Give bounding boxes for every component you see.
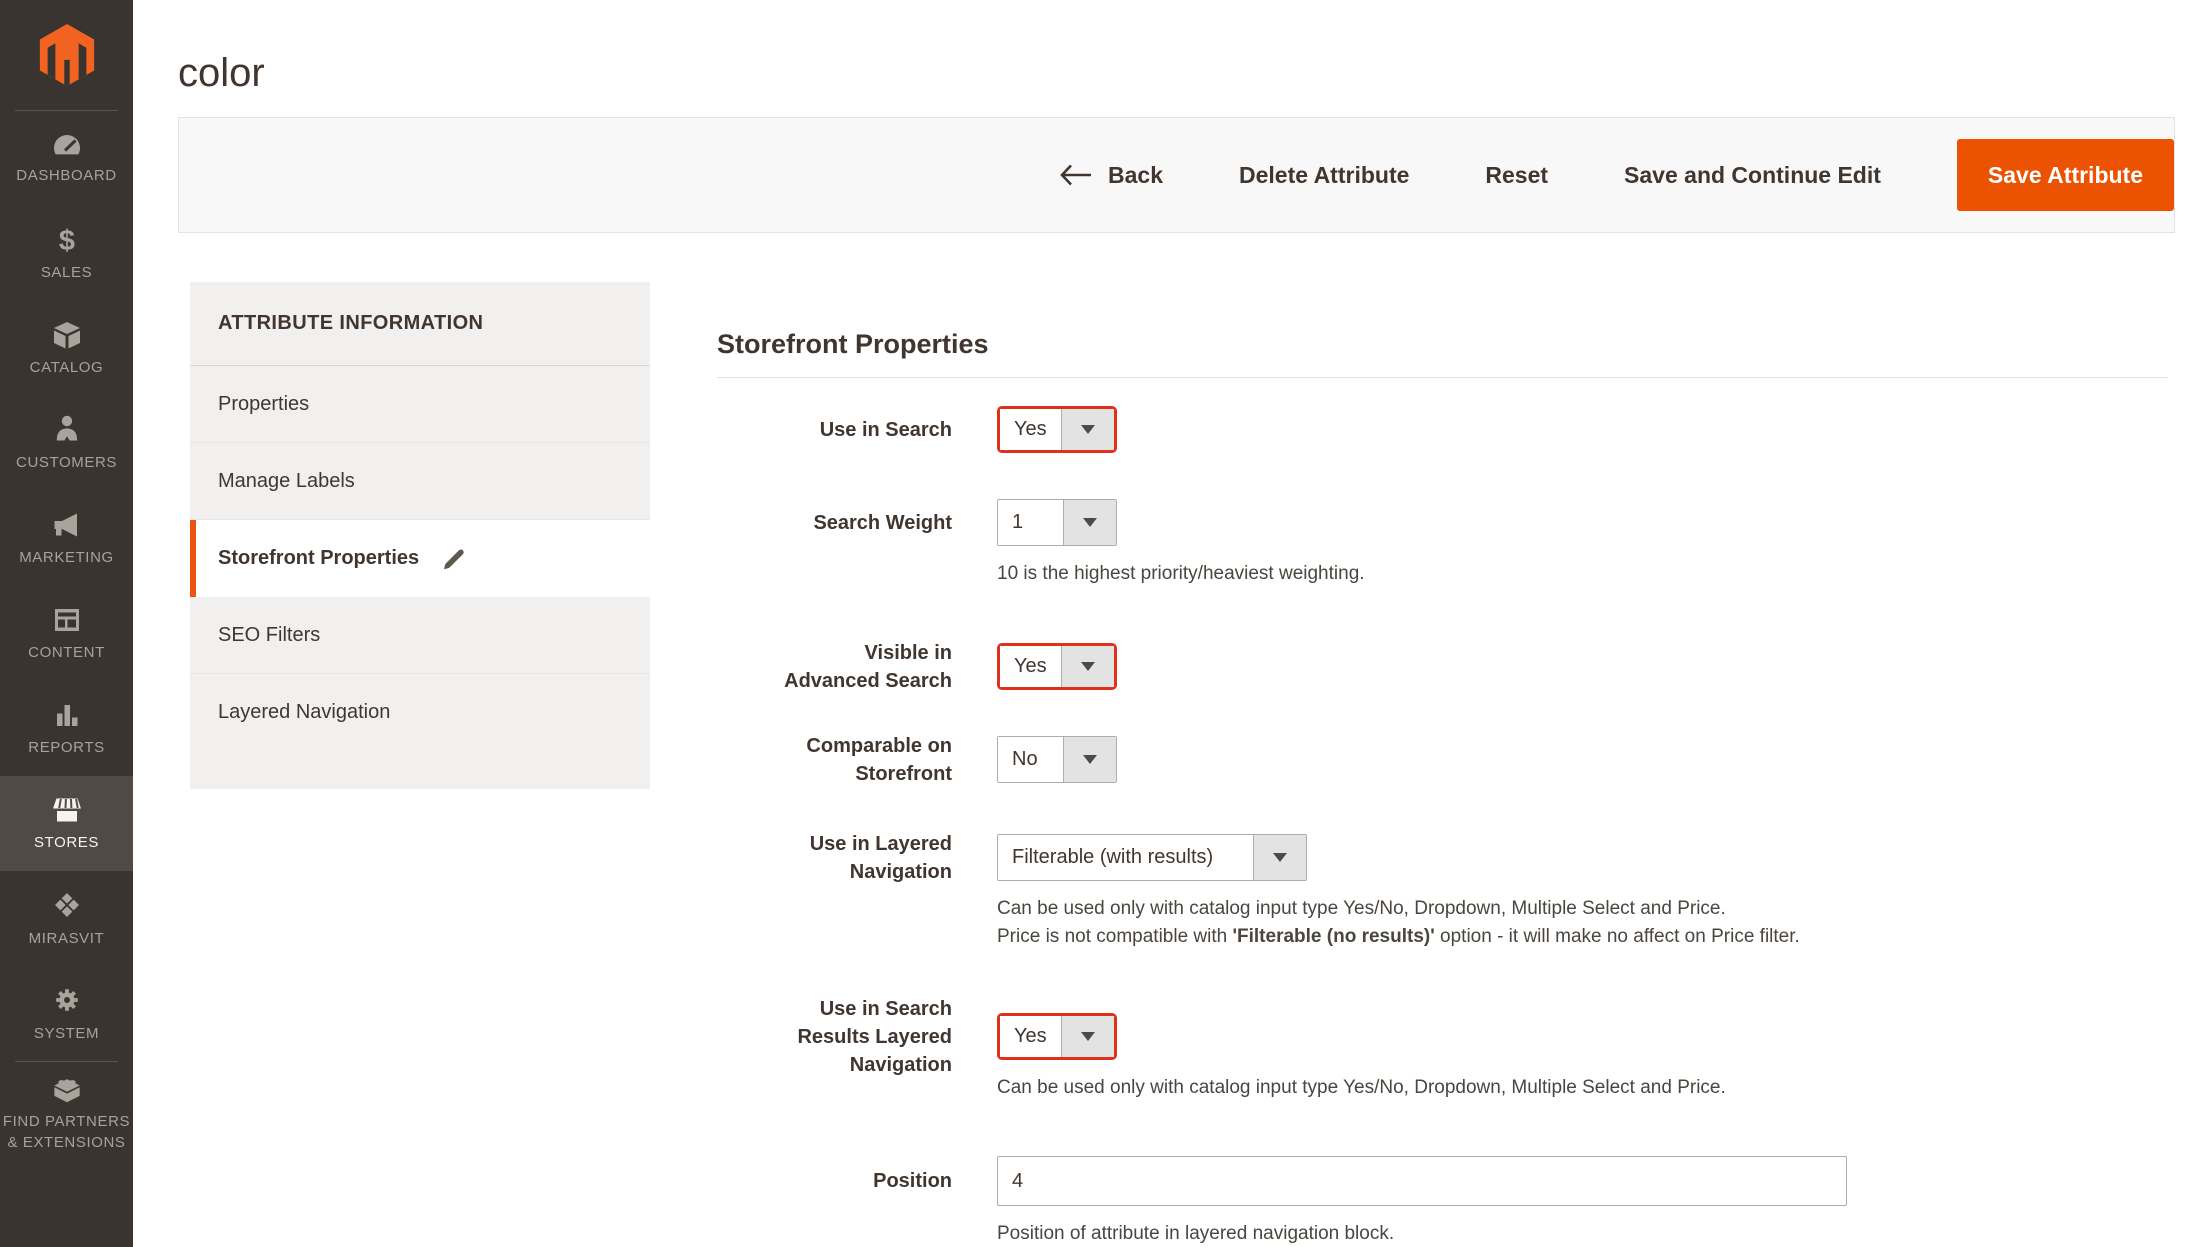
- sidebar-item-sales[interactable]: $ SALES: [0, 206, 133, 301]
- select-value: Yes: [1000, 1016, 1061, 1057]
- field-row-use-in-layered-navigation: Use in Layered Navigation Filterable (wi…: [717, 832, 2168, 951]
- dropdown-arrow-icon: [1061, 646, 1114, 687]
- save-and-continue-button[interactable]: Save and Continue Edit: [1624, 162, 1881, 189]
- field-label: Use in Search Results Layered Navigation: [797, 997, 952, 1076]
- field-label: Use in Layered Navigation: [809, 832, 952, 883]
- dropdown-arrow-icon: [1063, 737, 1116, 782]
- sidebar-item-dashboard[interactable]: DASHBOARD: [0, 111, 133, 206]
- select-value: Filterable (with results): [998, 835, 1253, 880]
- field-row-search-weight: Search Weight 1 10 is the highest priori…: [717, 499, 2168, 588]
- sidebar-item-label: MIRASVIT: [28, 929, 105, 947]
- find-partners-icon: [53, 1079, 80, 1103]
- comparable-on-storefront-select[interactable]: No: [997, 736, 1117, 783]
- system-icon: [55, 988, 78, 1011]
- select-value: No: [998, 737, 1063, 782]
- dropdown-arrow-icon: [1063, 500, 1116, 545]
- sidebar-item-label: SALES: [40, 263, 93, 281]
- field-note: Position of attribute in layered navigat…: [997, 1223, 1395, 1244]
- customers-icon: [56, 415, 77, 441]
- delete-attribute-button[interactable]: Delete Attribute: [1239, 162, 1409, 189]
- field-note: Can be used only with catalog input type…: [997, 1077, 1726, 1098]
- mirasvit-icon: [54, 892, 79, 917]
- attribute-information-header: ATTRIBUTE INFORMATION: [190, 282, 650, 366]
- sidebar-item-mirasvit[interactable]: MIRASVIT: [0, 871, 133, 966]
- sidebar-item-content[interactable]: CONTENT: [0, 586, 133, 681]
- catalog-icon: [53, 321, 80, 348]
- field-row-comparable-on-storefront: Comparable on Storefront No: [717, 734, 2168, 785]
- sidebar-item-label: CONTENT: [28, 643, 105, 661]
- tab-storefront-properties[interactable]: Storefront Properties: [190, 520, 650, 597]
- tab-manage-labels[interactable]: Manage Labels: [190, 443, 650, 520]
- select-value: Yes: [1000, 409, 1061, 450]
- sidebar-item-label: CUSTOMERS: [16, 454, 117, 471]
- field-label: Comparable on Storefront: [806, 734, 952, 785]
- back-button[interactable]: Back: [1059, 162, 1163, 189]
- sales-icon: $: [58, 225, 74, 255]
- dropdown-arrow-icon: [1061, 409, 1114, 450]
- sidebar-item-reports[interactable]: REPORTS: [0, 681, 133, 776]
- sidebar-item-catalog[interactable]: CATALOG: [0, 301, 133, 396]
- select-value: 1: [998, 500, 1063, 545]
- sidebar-item-label: STORES: [33, 833, 99, 851]
- reports-icon: [56, 704, 77, 726]
- note-line-2: Price is not compatible with 'Filterable…: [997, 926, 1800, 947]
- tab-properties[interactable]: Properties: [190, 366, 650, 443]
- tab-seo-filters[interactable]: SEO Filters: [190, 597, 650, 674]
- sidebar-item-label: DASHBOARD: [16, 167, 117, 184]
- admin-sidebar: DASHBOARD $ SALES CATALOG CUSTOMERS MARK…: [0, 0, 133, 1247]
- save-attribute-button[interactable]: Save Attribute: [1956, 139, 2174, 211]
- magento-logo-icon: [39, 24, 94, 86]
- svg-text:$: $: [58, 225, 74, 255]
- sidebar-item-label: FIND PARTNERS: [2, 1113, 131, 1130]
- use-in-search-select[interactable]: Yes: [997, 406, 1117, 453]
- marketing-icon: [54, 513, 77, 536]
- field-label: Use in Search: [819, 418, 952, 441]
- form-divider: [717, 377, 2168, 378]
- form-heading: Storefront Properties: [717, 329, 989, 359]
- back-button-label: Back: [1108, 161, 1163, 188]
- storefront-properties-form: Storefront Properties Use in Search Yes …: [717, 330, 2168, 1247]
- position-input[interactable]: [997, 1156, 1847, 1206]
- edit-pencil-icon: [441, 546, 467, 572]
- sidebar-item-label: CATALOG: [29, 358, 104, 376]
- tab-storefront-properties-label: Storefront Properties: [218, 547, 420, 569]
- field-row-use-in-search: Use in Search Yes: [717, 406, 2168, 453]
- field-label: Visible in Advanced Search: [784, 641, 952, 692]
- attribute-information-panel: ATTRIBUTE INFORMATION Properties Manage …: [190, 282, 650, 789]
- dashboard-icon: [53, 135, 80, 155]
- sidebar-item-system[interactable]: SYSTEM: [0, 966, 133, 1061]
- dropdown-arrow-icon: [1061, 1016, 1114, 1057]
- field-note: Can be used only with catalog input type…: [997, 895, 2168, 951]
- sidebar-item-label: & EXTENSIONS: [7, 1134, 126, 1151]
- page-title: color: [178, 50, 265, 95]
- sidebar-item-stores[interactable]: STORES: [0, 776, 133, 871]
- magento-admin-page: DASHBOARD $ SALES CATALOG CUSTOMERS MARK…: [0, 0, 2205, 1247]
- field-label: Position: [873, 1170, 952, 1192]
- field-row-visible-in-advanced-search: Visible in Advanced Search Yes: [717, 641, 2168, 692]
- back-arrow-icon: [1060, 164, 1092, 186]
- sidebar-item-customers[interactable]: CUSTOMERS: [0, 396, 133, 491]
- tab-layered-navigation[interactable]: Layered Navigation: [190, 674, 650, 751]
- sidebar-item-label: SYSTEM: [33, 1024, 100, 1042]
- use-in-layered-navigation-select[interactable]: Filterable (with results): [997, 834, 1307, 881]
- note-line-1: Can be used only with catalog input type…: [997, 898, 1726, 919]
- sidebar-item-label: REPORTS: [28, 738, 105, 756]
- content-icon: [54, 608, 79, 631]
- select-value: Yes: [1000, 646, 1061, 687]
- action-toolbar: Back Delete Attribute Reset Save and Con…: [178, 117, 2175, 233]
- sidebar-item-find-partners[interactable]: FIND PARTNERS & EXTENSIONS: [0, 1062, 133, 1153]
- sidebar-item-marketing[interactable]: MARKETING: [0, 491, 133, 586]
- use-in-search-results-layered-navigation-select[interactable]: Yes: [997, 1013, 1117, 1060]
- search-weight-select[interactable]: 1: [997, 499, 1117, 546]
- field-label: Search Weight: [813, 511, 952, 534]
- stores-icon: [52, 798, 81, 821]
- magento-logo[interactable]: [0, 0, 133, 110]
- field-note: 10 is the highest priority/heaviest weig…: [997, 563, 1365, 584]
- visible-in-advanced-search-select[interactable]: Yes: [997, 643, 1117, 690]
- reset-button[interactable]: Reset: [1485, 162, 1548, 189]
- sidebar-item-label: MARKETING: [19, 548, 114, 566]
- field-row-position: Position Position of attribute in layere…: [717, 1156, 2168, 1247]
- dropdown-arrow-icon: [1253, 835, 1306, 880]
- field-row-use-in-search-results-layered-navigation: Use in Search Results Layered Navigation…: [717, 997, 2168, 1102]
